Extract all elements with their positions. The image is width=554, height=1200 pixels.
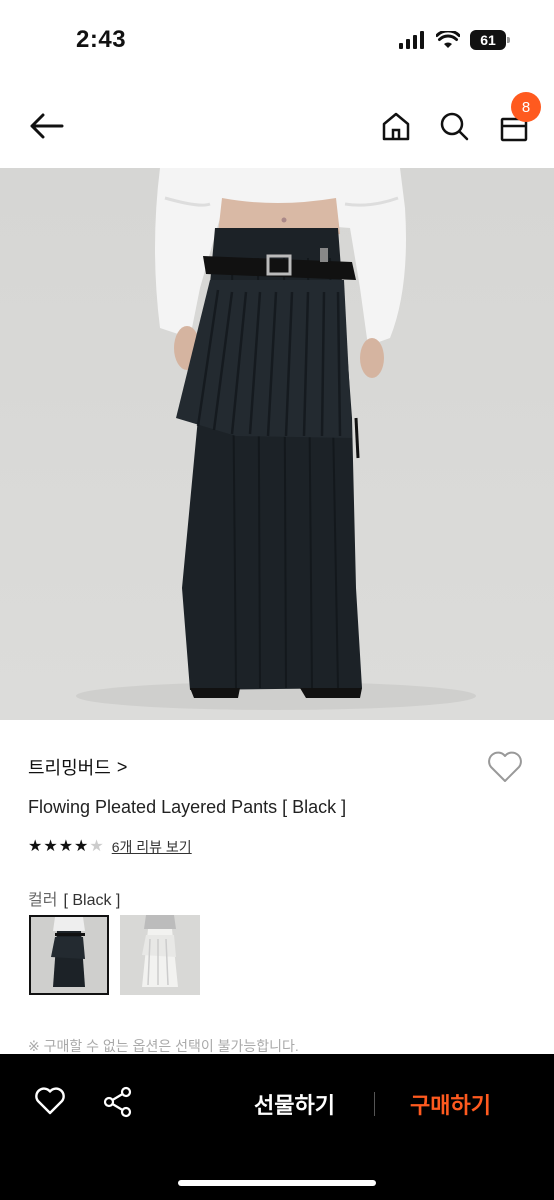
back-button[interactable] — [26, 106, 66, 146]
product-title: Flowing Pleated Layered Pants [ Black ] — [28, 797, 347, 817]
share-button[interactable] — [102, 1086, 136, 1120]
status-time: 2:43 — [76, 26, 127, 53]
heart-outline-icon — [488, 751, 522, 782]
battery-level: 61 — [480, 32, 496, 48]
home-icon — [382, 112, 410, 141]
share-icon — [103, 1086, 132, 1118]
product-image[interactable] — [0, 168, 554, 720]
bottom-action-bar — [0, 1054, 554, 1200]
star-filled-icon: ★ — [43, 838, 58, 855]
option-name: 컬러 — [28, 892, 58, 909]
back-arrow-icon — [30, 113, 64, 139]
buy-button[interactable]: 구매하기 — [410, 1088, 491, 1120]
home-button[interactable] — [376, 106, 416, 146]
battery-indicator: 61 — [470, 30, 510, 50]
swatch-white-thumbnail — [120, 915, 200, 995]
bottom-divider — [374, 1092, 375, 1116]
app-header — [0, 90, 554, 166]
wifi-icon — [436, 31, 460, 48]
brand-name: 트리밍버드 — [28, 758, 111, 778]
chevron-right-icon: > — [116, 756, 128, 777]
signal-icon — [399, 31, 424, 49]
swatch-black[interactable] — [29, 915, 109, 995]
wishlist-heart-button[interactable] — [486, 750, 526, 788]
star-empty-icon: ★ — [89, 838, 104, 855]
review-link[interactable]: 6개 리뷰 보기 — [112, 837, 192, 857]
bottom-wishlist-button[interactable] — [34, 1086, 68, 1120]
option-label: 컬러 [ Black ] — [28, 886, 120, 910]
status-bar: 2:43 61 — [0, 0, 554, 80]
gift-button[interactable]: 선물하기 — [254, 1088, 335, 1120]
product-photo-illustration — [0, 168, 554, 720]
option-notice: ※ 구매할 수 없는 옵션은 선택이 불가능합니다. — [28, 1038, 299, 1054]
search-icon — [440, 112, 469, 141]
swatch-white[interactable] — [120, 915, 200, 995]
option-value: [ Black ] — [63, 892, 121, 909]
star-filled-icon: ★ — [74, 838, 89, 855]
brand-link[interactable]: 트리밍버드 > — [28, 754, 127, 780]
status-icons: 61 — [398, 30, 510, 50]
star-filled-icon: ★ — [58, 838, 74, 855]
home-indicator — [178, 1180, 376, 1186]
heart-outline-icon — [35, 1087, 65, 1115]
cart-count-badge: 8 — [511, 92, 541, 122]
rating-stars: ★ ★ ★ ★ ★ — [28, 839, 104, 855]
star-filled-icon: ★ — [28, 838, 43, 855]
swatch-black-thumbnail — [31, 917, 107, 993]
search-button[interactable] — [434, 106, 474, 146]
rating-row: ★ ★ ★ ★ ★ 6개 리뷰 보기 — [28, 837, 192, 857]
